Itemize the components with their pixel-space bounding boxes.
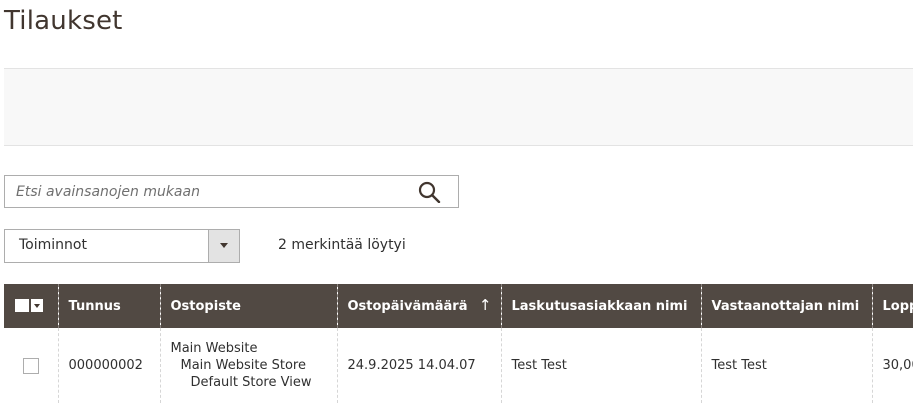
sort-ascending-icon: ↑: [478, 296, 492, 314]
cell-ship-to-name: Test Test: [700, 328, 872, 403]
cell-purchase-point: Main Website Main Website Store Default …: [159, 328, 337, 403]
row-checkbox[interactable]: [23, 357, 39, 374]
store-group: Main Website Store: [180, 358, 306, 373]
store-website: Main Website: [170, 341, 258, 356]
chevron-down-icon: [34, 304, 40, 308]
column-header-bill-to-name[interactable]: Laskutusasiakkaan nimi: [500, 284, 701, 328]
column-header-purchase-point[interactable]: Ostopiste: [159, 284, 337, 328]
mass-select-header: [4, 284, 58, 328]
column-header-grand-total[interactable]: Loppusumma: [871, 284, 913, 328]
column-header-ship-to-name[interactable]: Vastaanottajan nimi: [700, 284, 872, 328]
store-view: Default Store View: [190, 375, 312, 390]
grid-header-row: Tunnus Ostopiste Ostopäivämäärä ↑ Laskut…: [4, 284, 913, 328]
cell-purchase-date: 24.9.2025 14.04.07: [336, 328, 501, 403]
keyword-search: [4, 175, 459, 208]
chevron-down-icon: [220, 243, 228, 248]
column-header-id[interactable]: Tunnus: [57, 284, 160, 328]
page-actions-bar: [4, 68, 913, 146]
mass-actions-label: Toiminnot: [19, 237, 87, 253]
page-title: Tilaukset: [4, 6, 123, 36]
cell-bill-to-name: Test Test: [500, 328, 701, 403]
row-select-cell: [4, 328, 58, 403]
search-input[interactable]: [5, 176, 395, 207]
column-header-label: Ostopäivämäärä: [347, 298, 468, 314]
mass-select-checkbox[interactable]: [14, 298, 44, 314]
search-icon[interactable]: [418, 181, 442, 204]
records-found-count: 2 merkintää löytyi: [278, 237, 406, 253]
table-row[interactable]: 000000002 Main Website Main Website Stor…: [4, 328, 913, 403]
mass-actions-toggle[interactable]: [208, 230, 239, 262]
column-header-purchase-date[interactable]: Ostopäivämäärä ↑: [336, 284, 501, 328]
mass-actions-dropdown[interactable]: Toiminnot: [4, 229, 240, 263]
orders-grid: Tunnus Ostopiste Ostopäivämäärä ↑ Laskut…: [4, 284, 913, 403]
cell-id: 000000002: [57, 328, 160, 403]
mass-select-dropdown[interactable]: [31, 299, 43, 312]
cell-grand-total: 30,00: [871, 328, 913, 403]
